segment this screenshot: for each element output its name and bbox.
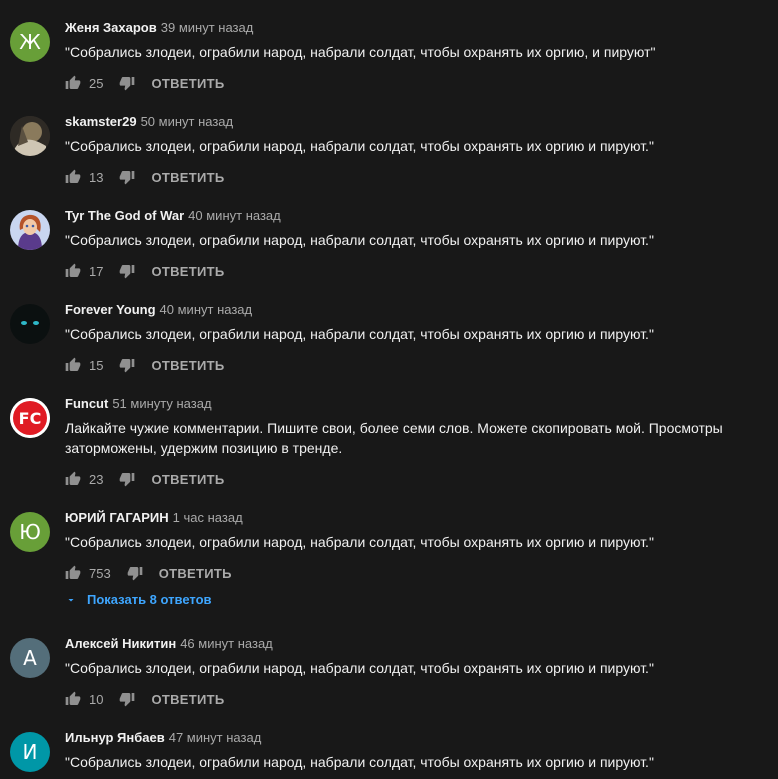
comment-actions: 15 ОТВЕТИТЬ bbox=[65, 355, 225, 375]
comment-actions: 753 ОТВЕТИТЬ bbox=[65, 563, 232, 583]
avatar-letter: А bbox=[23, 646, 37, 670]
author-name[interactable]: Женя Захаров bbox=[65, 20, 157, 35]
avatar[interactable]: Ж bbox=[10, 22, 50, 62]
thumbs-down-icon[interactable] bbox=[119, 471, 135, 487]
comment-text: "Собрались злодеи, ограбили народ, набра… bbox=[65, 138, 654, 154]
comment-header: Funcut 51 минуту назад bbox=[65, 396, 212, 412]
timestamp[interactable]: 40 минут назад bbox=[188, 208, 281, 223]
avatar[interactable] bbox=[10, 210, 50, 250]
comment-text: "Собрались злодеи, ограбили народ, набра… bbox=[65, 44, 656, 60]
avatar[interactable]: Ю bbox=[10, 512, 50, 552]
comment-header: Tyr The God of War 40 минут назад bbox=[65, 208, 281, 224]
avatar-letter: Ж bbox=[19, 30, 41, 54]
show-replies-label: Показать 8 ответов bbox=[87, 592, 212, 607]
like-count: 10 bbox=[89, 691, 104, 707]
comment-actions: 25 ОТВЕТИТЬ bbox=[65, 73, 225, 93]
comment-header: ЮРИЙ ГАГАРИН 1 час назад bbox=[65, 510, 243, 526]
comment-actions: 23 ОТВЕТИТЬ bbox=[65, 469, 225, 489]
author-name[interactable]: skamster29 bbox=[65, 114, 137, 129]
like-count: 753 bbox=[89, 565, 111, 581]
timestamp[interactable]: 50 минут назад bbox=[141, 114, 234, 129]
thumbs-down-icon[interactable] bbox=[119, 169, 135, 185]
timestamp[interactable]: 46 минут назад bbox=[180, 636, 273, 651]
thumbs-down-icon[interactable] bbox=[119, 263, 135, 279]
avatar-image bbox=[10, 304, 50, 344]
thumbs-up-icon[interactable] bbox=[65, 169, 81, 185]
timestamp[interactable]: 47 минут назад bbox=[169, 730, 262, 745]
timestamp[interactable]: 1 час назад bbox=[173, 510, 243, 525]
like-count: 17 bbox=[89, 263, 104, 279]
author-name[interactable]: Ильнур Янбаев bbox=[65, 730, 165, 745]
comments-thread: Ж Женя Захаров 39 минут назад "Собрались … bbox=[0, 0, 778, 779]
thumbs-up-icon[interactable] bbox=[65, 263, 81, 279]
author-name[interactable]: ЮРИЙ ГАГАРИН bbox=[65, 510, 169, 525]
timestamp[interactable]: 51 минуту назад bbox=[112, 396, 211, 411]
reply-button[interactable]: ОТВЕТИТЬ bbox=[151, 358, 224, 373]
avatar[interactable] bbox=[10, 304, 50, 344]
thumbs-up-icon[interactable] bbox=[65, 691, 81, 707]
funcut-logo: FC bbox=[10, 398, 50, 438]
like-count: 23 bbox=[89, 471, 104, 487]
comment-header: Forever Young 40 минут назад bbox=[65, 302, 252, 318]
thumbs-up-icon[interactable] bbox=[65, 75, 81, 91]
comment-header: Алексей Никитин 46 минут назад bbox=[65, 636, 273, 652]
reply-button[interactable]: ОТВЕТИТЬ bbox=[151, 76, 224, 91]
comment-actions: 17 ОТВЕТИТЬ bbox=[65, 261, 225, 281]
comment-text: "Собрались злодеи, ограбили народ, набра… bbox=[65, 232, 654, 248]
thumbs-down-icon[interactable] bbox=[127, 565, 143, 581]
thumbs-up-icon[interactable] bbox=[65, 565, 81, 581]
comment-header: Ильнур Янбаев 47 минут назад bbox=[65, 730, 261, 746]
author-name[interactable]: Tyr The God of War bbox=[65, 208, 184, 223]
comment-header: Женя Захаров 39 минут назад bbox=[65, 20, 253, 36]
comment-text: "Собрались злодеи, ограбили народ, набра… bbox=[65, 534, 654, 550]
like-count: 15 bbox=[89, 357, 104, 373]
comment-text: Лайкайте чужие комментарии. Пишите свои,… bbox=[65, 420, 723, 456]
avatar-image bbox=[10, 210, 50, 250]
timestamp[interactable]: 39 минут назад bbox=[161, 20, 254, 35]
comment-header: skamster29 50 минут назад bbox=[65, 114, 233, 130]
avatar[interactable]: А bbox=[10, 638, 50, 678]
author-name[interactable]: Алексей Никитин bbox=[65, 636, 176, 651]
comment-actions: 10 ОТВЕТИТЬ bbox=[65, 689, 225, 709]
show-replies-button[interactable]: Показать 8 ответов bbox=[65, 592, 212, 607]
caret-down-icon bbox=[68, 598, 74, 601]
svg-text:FC: FC bbox=[19, 409, 42, 428]
avatar[interactable] bbox=[10, 116, 50, 156]
avatar-image bbox=[10, 116, 50, 156]
avatar-letter: И bbox=[22, 740, 38, 764]
comment-text: "Собрались злодеи, ограбили народ, набра… bbox=[65, 754, 654, 770]
author-name[interactable]: Forever Young bbox=[65, 302, 156, 317]
thumbs-up-icon[interactable] bbox=[65, 471, 81, 487]
reply-button[interactable]: ОТВЕТИТЬ bbox=[151, 472, 224, 487]
author-name[interactable]: Funcut bbox=[65, 396, 108, 411]
like-count: 25 bbox=[89, 75, 104, 91]
timestamp[interactable]: 40 минут назад bbox=[160, 302, 253, 317]
avatar-letter: Ю bbox=[19, 520, 41, 544]
avatar[interactable]: FC bbox=[10, 398, 50, 438]
reply-button[interactable]: ОТВЕТИТЬ bbox=[151, 170, 224, 185]
avatar[interactable]: И bbox=[10, 732, 50, 772]
reply-button[interactable]: ОТВЕТИТЬ bbox=[151, 264, 224, 279]
thumbs-up-icon[interactable] bbox=[65, 357, 81, 373]
like-count: 13 bbox=[89, 169, 104, 185]
thumbs-down-icon[interactable] bbox=[119, 357, 135, 373]
thumbs-down-icon[interactable] bbox=[119, 691, 135, 707]
thumbs-down-icon[interactable] bbox=[119, 75, 135, 91]
reply-button[interactable]: ОТВЕТИТЬ bbox=[151, 692, 224, 707]
comment-actions: 13 ОТВЕТИТЬ bbox=[65, 167, 225, 187]
comment-text: "Собрались злодеи, ограбили народ, набра… bbox=[65, 326, 654, 342]
reply-button[interactable]: ОТВЕТИТЬ bbox=[159, 566, 232, 581]
comment-text: "Собрались злодеи, ограбили народ, набра… bbox=[65, 660, 654, 676]
